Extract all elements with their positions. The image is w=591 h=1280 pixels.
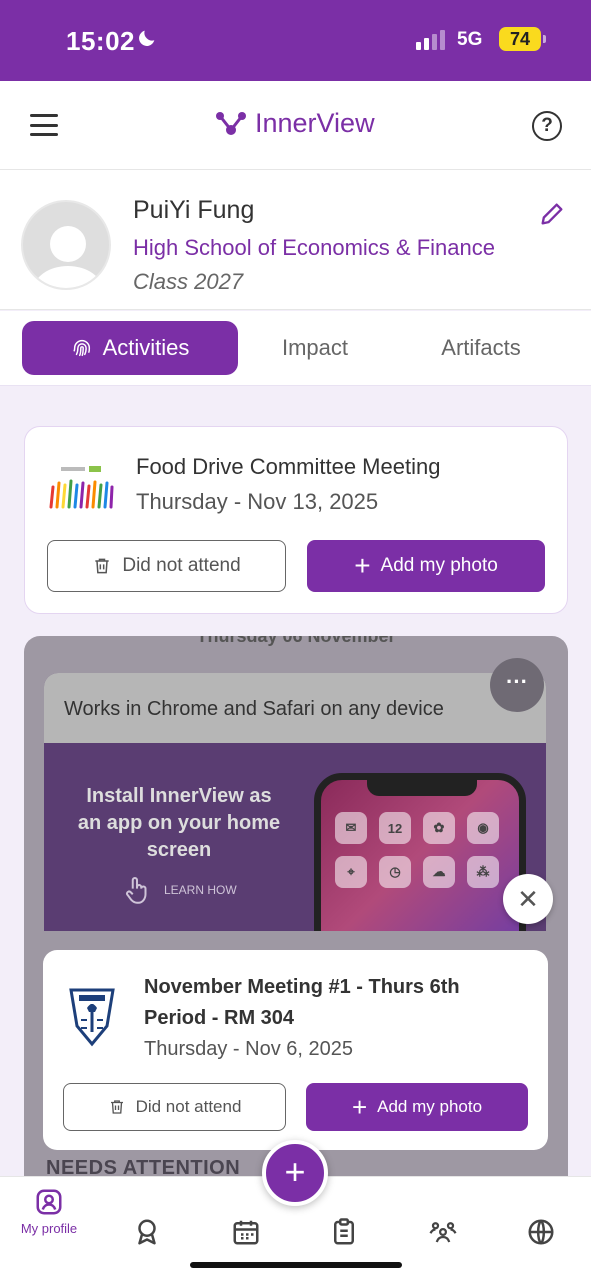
trash-icon [110,1100,123,1114]
did-not-attend-button[interactable]: Did not attend [63,1083,286,1131]
nav-calendar[interactable] [216,1217,276,1277]
add-photo-label: Add my photo [380,555,498,576]
people-icon [429,1222,457,1243]
tap-hand-icon [126,877,147,904]
nav-my-profile-label: My profile [20,1221,78,1236]
nav-community[interactable] [413,1217,473,1277]
app-header: InnerView ? [0,81,591,170]
home-indicator[interactable] [190,1262,402,1268]
avatar[interactable] [21,200,111,290]
edit-profile-icon[interactable] [538,200,566,228]
tab-activities[interactable]: Activities [22,321,238,375]
nav-achievements[interactable] [117,1217,177,1277]
activity-title[interactable]: Food Drive Committee Meeting [136,454,440,480]
learn-how-label: LEARN HOW [164,883,237,897]
innerview-logo-icon [216,111,246,135]
add-photo-button[interactable]: + Add my photo [306,1083,528,1131]
did-not-attend-button[interactable]: Did not attend [47,540,286,592]
profile-class: Class 2027 [133,269,244,294]
plus-icon: + [354,550,371,581]
fingerprint-icon [73,340,90,357]
globe-icon [528,1219,554,1245]
tab-impact[interactable]: Impact [260,321,370,375]
add-activity-button[interactable]: + [262,1140,328,1206]
brand: InnerView [215,108,375,139]
menu-button[interactable] [30,114,58,136]
food-drive-thumbnail [47,461,115,511]
activity-card: Food Drive Committee Meeting Thursday - … [24,426,568,614]
feed-date: Thursday 06 November [196,636,396,646]
calendar-icon [233,1220,259,1245]
phone-illustration: ✉ 12 ✿ ◉ ⌖ ◷ ☁ ⁂ [314,773,526,931]
app-name: InnerView [255,108,375,138]
tab-label: Activities [102,335,190,360]
activity-card: November Meeting #1 - Thurs 6th Period -… [43,950,548,1150]
tab-artifacts[interactable]: Artifacts [420,321,542,375]
battery-icon: 74 [499,27,546,51]
close-overlay-button[interactable]: ✕ [503,874,553,924]
nav-tasks[interactable] [314,1217,374,1277]
nav-explore[interactable] [511,1217,571,1277]
more-options-button[interactable]: ··· [490,658,544,712]
add-photo-button[interactable]: + Add my photo [307,540,545,592]
help-button[interactable]: ? [532,111,562,141]
install-banner[interactable]: Works in Chrome and Safari on any device… [44,673,546,931]
tab-bar: Activities Impact Artifacts [0,311,591,386]
signal-icon [416,30,445,50]
network-label: 5G [457,29,483,50]
activity-title[interactable]: November Meeting #1 - Thurs 6th Period -… [144,972,524,1034]
did-not-attend-label: Did not attend [122,555,241,576]
profile-name: PuiYi Fung [133,196,255,224]
profile-header: PuiYi Fung High School of Economics & Fi… [0,170,591,310]
status-time: 15:02 [66,26,135,56]
clipboard-icon [334,1218,354,1245]
trash-icon [95,558,110,574]
profile-icon [36,1189,62,1215]
add-photo-label: Add my photo [377,1097,483,1116]
did-not-attend-label: Did not attend [135,1097,242,1116]
install-text: Install InnerView as an app on your home… [77,785,281,861]
activity-date: Thursday - Nov 6, 2025 [144,1038,353,1060]
nav-my-profile[interactable]: My profile [19,1187,79,1247]
learn-how-link[interactable]: LEARN HOW [120,873,237,907]
nhs-logo [69,988,115,1047]
status-bar: 15:02 5G 74 [0,0,591,81]
profile-school[interactable]: High School of Economics & Finance [133,235,495,261]
plus-icon: + [351,1092,368,1122]
award-icon [138,1219,156,1245]
banner-title: Works in Chrome and Safari on any device [44,673,546,743]
activity-date: Thursday - Nov 13, 2025 [136,489,379,514]
moon-icon [139,30,155,46]
